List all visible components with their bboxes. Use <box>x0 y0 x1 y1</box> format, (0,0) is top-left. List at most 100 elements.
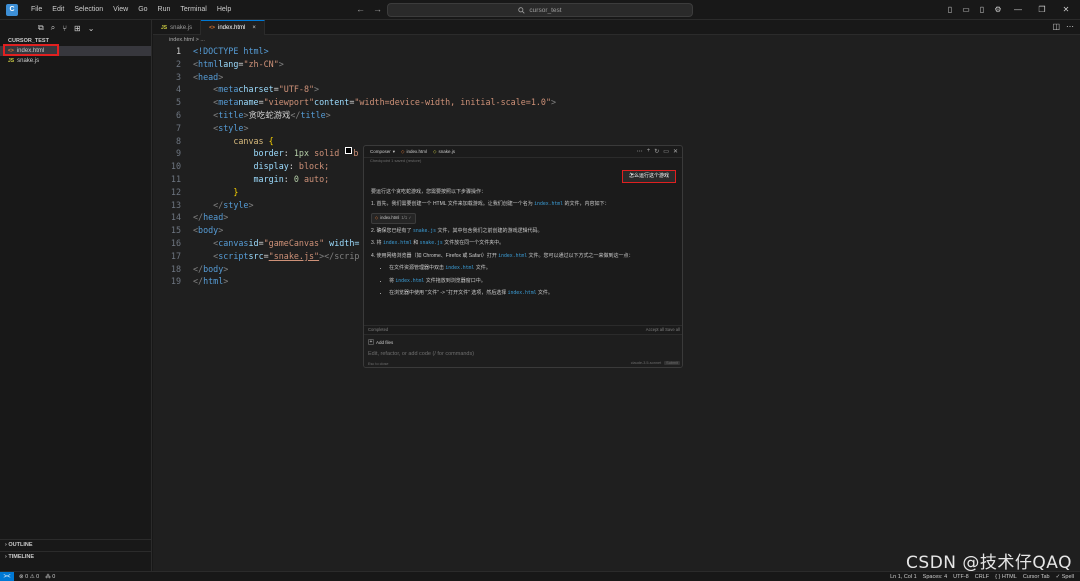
toggle-secondary-sidebar-icon[interactable]: ▯ <box>976 4 988 16</box>
search-sidebar-icon[interactable]: ⌕ <box>51 23 55 33</box>
chip-status: 1/1 ✓ <box>401 215 412 220</box>
forward-arrow-icon[interactable]: → <box>373 4 382 14</box>
minimize-composer-icon[interactable]: ▭ <box>663 148 669 155</box>
composer-panel: Composer ▾ ◇ index.html ◇ snake.js ⋯ + ↻ ▭ … <box>363 145 683 368</box>
code-text: b <box>353 148 359 159</box>
maximize-icon[interactable]: ❐ <box>1032 3 1052 17</box>
tab-composer[interactable]: Composer ▾ <box>370 149 395 155</box>
menu-edit[interactable]: Edit <box>47 0 69 20</box>
code-text: "UTF-8" <box>278 84 315 95</box>
js-file-icon: JS <box>8 58 15 64</box>
title-bar: C File Edit Selection View Go Run Termin… <box>0 0 1080 20</box>
chip-label: index.html <box>380 215 400 220</box>
tab-index-html[interactable]: <> index.html × <box>201 20 265 35</box>
command-center-search[interactable]: cursor_test <box>387 3 693 17</box>
esc-hint: Esc to close <box>368 362 389 366</box>
code-text: "zh-CN" <box>243 58 279 69</box>
nav-arrows: ← → <box>356 4 382 14</box>
line-number: 12 <box>170 186 181 197</box>
line-ending[interactable]: CRLF <box>975 574 989 580</box>
encoding[interactable]: UTF-8 <box>953 574 969 580</box>
tab-label: snake.js <box>170 24 193 31</box>
outline-section[interactable]: › OUTLINE <box>0 539 152 549</box>
code-text: "snake.js" <box>268 250 320 261</box>
assistant-reply: 要运行这个贪吃蛇游戏，您需要按照以下步骤操作： 1. 首先，我们需要创建一个 H… <box>371 189 677 303</box>
code-text: 1px <box>293 148 310 159</box>
extensions-icon[interactable]: ⊞ <box>74 24 81 33</box>
source-control-icon[interactable]: ⑂ <box>62 24 67 33</box>
tab-snake-js[interactable]: JS snake.js <box>153 20 202 35</box>
menu-file[interactable]: File <box>26 0 47 20</box>
menu-terminal[interactable]: Terminal <box>175 0 211 20</box>
back-arrow-icon[interactable]: ← <box>356 4 365 14</box>
menu-view[interactable]: View <box>108 0 133 20</box>
tab-composer-snake-js[interactable]: ◇ snake.js <box>433 149 455 155</box>
add-files-button[interactable]: + Add files <box>368 339 393 345</box>
list-item: 在文件资源管理器中双击 index.html 文件。 <box>389 265 677 273</box>
ports-count[interactable]: ⁂ 0 <box>45 574 55 580</box>
code-text: 贪吃蛇游戏 <box>248 109 291 120</box>
more-actions-icon[interactable]: ⋯ <box>1066 22 1074 31</box>
menu-selection[interactable]: Selection <box>69 0 108 20</box>
line-number: 3 <box>175 71 181 82</box>
title-icons: ▯ ▭ ▯ ⚙ — ❐ ✕ <box>944 3 1076 17</box>
line-number: 5 <box>175 97 181 108</box>
close-tab-icon[interactable]: × <box>252 25 256 31</box>
composer-placeholder[interactable]: Edit, refactor, or add code (/ for comma… <box>368 351 474 357</box>
problems-count[interactable]: ⊗ 0 ⚠ 0 <box>19 574 39 580</box>
toggle-sidebar-icon[interactable]: ▯ <box>944 4 956 16</box>
search-label: cursor_test <box>529 6 562 14</box>
code-text: <!DOCTYPE html> <box>193 46 269 56</box>
close-window-icon[interactable]: ✕ <box>1056 3 1076 17</box>
line-number: 13 <box>170 199 181 210</box>
file-name: snake.js <box>17 58 40 64</box>
menu-go[interactable]: Go <box>133 0 152 20</box>
cursor-position[interactable]: Ln 1, Col 1 <box>890 574 917 580</box>
color-swatch-icon[interactable] <box>345 147 353 155</box>
js-file-icon: JS <box>161 24 168 31</box>
model-selector[interactable]: claude-3.5-sonnet Submit <box>631 361 680 365</box>
file-change-chip[interactable]: ◇ index.html 1/1 ✓ <box>371 213 416 224</box>
list-item: 将 index.html 文件拖放到浏览器窗口中。 <box>389 278 677 286</box>
history-icon[interactable]: ↻ <box>654 148 659 155</box>
menu-help[interactable]: Help <box>212 0 236 20</box>
code-line: 1 <!DOCTYPE html> <box>153 45 673 58</box>
submit-button[interactable]: Submit <box>664 361 680 365</box>
composer-input[interactable]: + Add files Edit, refactor, or add code (… <box>364 334 682 367</box>
reply-bullets: 在文件资源管理器中双击 index.html 文件。 将 index.html … <box>371 265 677 298</box>
language-mode[interactable]: { } HTML <box>995 574 1017 580</box>
settings-gear-icon[interactable]: ⚙ <box>992 4 1004 16</box>
accept-save-all[interactable]: Accept all Save all <box>646 327 680 332</box>
cursor-tab[interactable]: Cursor Tab <box>1023 574 1050 580</box>
watermark: CSDN @技术仔QAQ <box>906 553 1072 573</box>
spell-check[interactable]: ✓ Spell <box>1056 574 1074 580</box>
more-icon[interactable]: ⋯ <box>637 148 643 155</box>
remote-icon[interactable]: >< <box>0 571 14 581</box>
tab-label: index.html <box>406 149 428 154</box>
code-text: "width=device-width, initial-scale=1.0" <box>354 97 552 108</box>
chevron-down-icon[interactable]: ⌄ <box>88 24 95 33</box>
line-number: 8 <box>175 135 181 146</box>
timeline-label: TIMELINE <box>8 554 35 560</box>
code-line: 3 < head > <box>153 71 673 84</box>
files-icon[interactable]: ⧉ <box>38 23 44 33</box>
menu-bar: File Edit Selection View Go Run Terminal… <box>26 0 236 20</box>
file-item-snake-js[interactable]: JS snake.js <box>0 56 151 66</box>
code-line: 5 < meta name = "viewport" content = "width=d… <box>153 96 673 109</box>
minimize-icon[interactable]: — <box>1008 3 1028 17</box>
new-composer-icon[interactable]: + <box>647 148 651 155</box>
code-text: solid <box>314 148 340 159</box>
code-text: canvas <box>233 135 264 146</box>
reply-step-2: 2. 确保您已经有了 snake.js 文件，其中包含我们之前创建的游戏逻辑代码… <box>371 227 543 234</box>
indentation[interactable]: Spaces: 4 <box>923 574 947 580</box>
reply-step-1: 1. 首先，我们需要创建一个 HTML 文件来加载游戏。让我们创建一个名为 in… <box>371 200 610 207</box>
toggle-panel-icon[interactable]: ▭ <box>960 4 972 16</box>
breadcrumb[interactable]: index.html > ... <box>153 35 1080 45</box>
red-highlight-box <box>3 44 59 56</box>
tab-composer-index-html[interactable]: ◇ index.html <box>401 149 427 155</box>
close-icon[interactable]: ✕ <box>673 148 678 155</box>
html-file-icon: ◇ <box>401 148 405 154</box>
split-editor-icon[interactable]: ◫ <box>1052 22 1060 31</box>
menu-run[interactable]: Run <box>153 0 176 20</box>
timeline-section[interactable]: › TIMELINE <box>0 551 152 561</box>
